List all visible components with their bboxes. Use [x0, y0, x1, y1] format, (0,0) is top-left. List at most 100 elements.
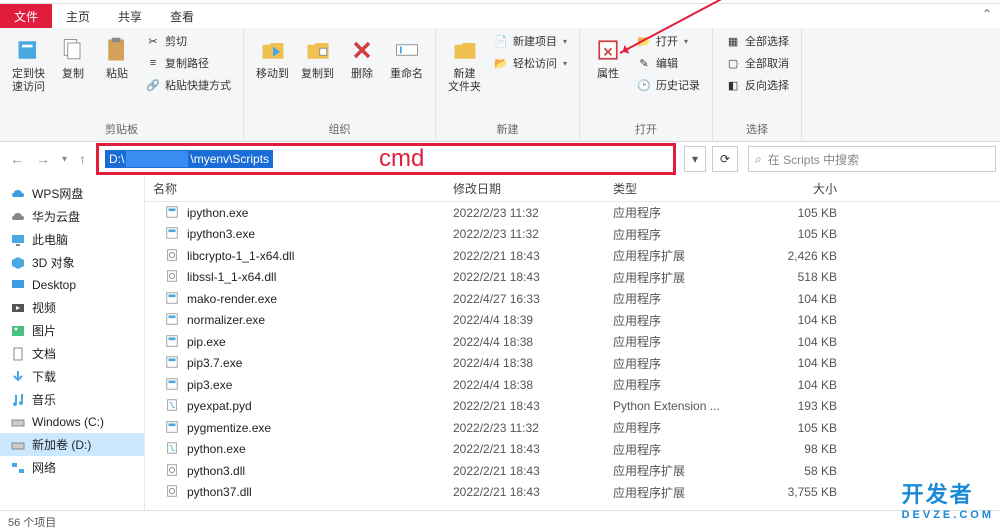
tab-home[interactable]: 主页: [52, 4, 104, 28]
file-size: 98 KB: [745, 442, 845, 456]
tab-view[interactable]: 查看: [156, 4, 208, 28]
table-row[interactable]: python37.dll 2022/2/21 18:43 应用程序扩展 3,75…: [145, 482, 1000, 504]
file-type: 应用程序扩展: [605, 269, 745, 286]
search-input[interactable]: ⌕ 在 Scripts 中搜索: [748, 146, 996, 172]
up-button[interactable]: ↑: [79, 151, 86, 167]
file-size: 104 KB: [745, 378, 845, 392]
forward-button[interactable]: →: [36, 151, 50, 167]
sidebar-item[interactable]: WPS网盘: [0, 182, 144, 205]
easyaccess-button[interactable]: 📂轻松访问▾: [491, 54, 569, 72]
table-row[interactable]: mako-render.exe 2022/4/27 16:33 应用程序 104…: [145, 288, 1000, 310]
table-row[interactable]: libcrypto-1_1-x64.dll 2022/2/21 18:43 应用…: [145, 245, 1000, 267]
file-size: 104 KB: [745, 313, 845, 327]
sidebar-item[interactable]: 网络: [0, 456, 144, 479]
sidebar-item[interactable]: 华为云盘: [0, 205, 144, 228]
col-name[interactable]: 名称: [145, 180, 445, 197]
newitem-button[interactable]: 📄新建项目▾: [491, 32, 569, 50]
delete-button[interactable]: 删除: [340, 30, 384, 85]
invertsel-button[interactable]: ◧反向选择: [723, 76, 791, 94]
newfolder-button[interactable]: 新建 文件夹: [442, 30, 487, 98]
sidebar-item[interactable]: Windows (C:): [0, 411, 144, 433]
properties-button[interactable]: 属性: [586, 30, 630, 85]
table-row[interactable]: python.exe 2022/2/21 18:43 应用程序 98 KB: [145, 439, 1000, 461]
sidebar-item[interactable]: 视频: [0, 296, 144, 319]
table-row[interactable]: normalizer.exe 2022/4/4 18:39 应用程序 104 K…: [145, 310, 1000, 332]
file-date: 2022/2/21 18:43: [445, 249, 605, 263]
file-name: python37.dll: [187, 485, 252, 499]
table-row[interactable]: pyexpat.pyd 2022/2/21 18:43 Python Exten…: [145, 396, 1000, 418]
sidebar-item[interactable]: 新加卷 (D:): [0, 433, 144, 456]
table-row[interactable]: pip3.exe 2022/4/4 18:38 应用程序 104 KB: [145, 374, 1000, 396]
file-type: 应用程序: [605, 355, 745, 372]
address-dropdown[interactable]: ▾: [684, 146, 706, 172]
sidebar-item[interactable]: 图片: [0, 319, 144, 342]
file-type: 应用程序: [605, 312, 745, 329]
document-icon: [10, 346, 26, 362]
copy-button[interactable]: 复制: [51, 30, 95, 85]
rename-button[interactable]: 重命名: [384, 30, 429, 85]
cut-button[interactable]: ✂剪切: [143, 32, 233, 50]
download-icon: [10, 369, 26, 385]
table-row[interactable]: pip.exe 2022/4/4 18:38 应用程序 104 KB: [145, 331, 1000, 353]
sidebar-item[interactable]: Desktop: [0, 274, 144, 296]
moveto-button[interactable]: 移动到: [250, 30, 295, 85]
recent-button[interactable]: ▾: [62, 154, 67, 165]
selectnone-button[interactable]: ▢全部取消: [723, 54, 791, 72]
file-size: 3,755 KB: [745, 485, 845, 499]
col-size[interactable]: 大小: [745, 180, 845, 197]
paste-button[interactable]: 粘贴: [95, 30, 139, 85]
pin-button[interactable]: 定到快 速访问: [6, 30, 51, 98]
table-row[interactable]: ipython.exe 2022/2/23 11:32 应用程序 105 KB: [145, 202, 1000, 224]
group-organize-label: 组织: [250, 119, 429, 139]
table-row[interactable]: pygmentize.exe 2022/2/23 11:32 应用程序 105 …: [145, 417, 1000, 439]
address-bar[interactable]: D:\\myenv\Scripts cmd: [96, 143, 676, 175]
pin-label: 定到快 速访问: [12, 68, 45, 94]
copy-label: 复制: [62, 68, 84, 81]
file-date: 2022/4/4 18:38: [445, 356, 605, 370]
edit-button[interactable]: ✎编辑: [634, 54, 702, 72]
newitem-icon: 📄: [493, 33, 509, 49]
file-type: 应用程序: [605, 204, 745, 221]
delete-icon: [346, 34, 378, 66]
sidebar-item-label: 3D 对象: [32, 254, 75, 271]
ribbon: 定到快 速访问 复制 粘贴 ✂剪切 ≡复制路径 🔗粘贴快捷方式 剪贴板 移动到: [0, 28, 1000, 142]
selectall-button[interactable]: ▦全部选择: [723, 32, 791, 50]
copyto-button[interactable]: 复制到: [295, 30, 340, 85]
easyaccess-icon: 📂: [493, 55, 509, 71]
table-row[interactable]: pip3.7.exe 2022/4/4 18:38 应用程序 104 KB: [145, 353, 1000, 375]
sidebar-item-label: 下载: [32, 368, 56, 385]
col-date[interactable]: 修改日期: [445, 180, 605, 197]
copyto-icon: [302, 34, 334, 66]
history-icon: 🕑: [636, 77, 652, 93]
file-name: ipython.exe: [187, 206, 248, 220]
ribbon-tabs: 文件 主页 共享 查看 ⌃: [0, 4, 1000, 28]
address-path: D:\\myenv\Scripts: [105, 150, 273, 168]
sidebar-item[interactable]: 此电脑: [0, 228, 144, 251]
table-row[interactable]: libssl-1_1-x64.dll 2022/2/21 18:43 应用程序扩…: [145, 267, 1000, 289]
col-type[interactable]: 类型: [605, 180, 745, 197]
ribbon-expand-icon[interactable]: ⌃: [974, 4, 1000, 28]
pasteshortcut-button[interactable]: 🔗粘贴快捷方式: [143, 76, 233, 94]
file-icon: [165, 420, 181, 436]
search-icon: ⌕: [755, 152, 762, 167]
file-type: Python Extension ...: [605, 399, 745, 413]
properties-label: 属性: [597, 68, 619, 81]
sidebar-item[interactable]: 3D 对象: [0, 251, 144, 274]
file-icon: [165, 291, 181, 307]
tab-file[interactable]: 文件: [0, 4, 52, 28]
item-count: 56 个项目: [8, 514, 56, 530]
table-row[interactable]: ipython3.exe 2022/2/23 11:32 应用程序 105 KB: [145, 224, 1000, 246]
sidebar-item-label: 视频: [32, 299, 56, 316]
back-button[interactable]: ←: [10, 151, 24, 167]
copypath-button[interactable]: ≡复制路径: [143, 54, 233, 72]
sidebar-item[interactable]: 文档: [0, 342, 144, 365]
sidebar-item[interactable]: 下载: [0, 365, 144, 388]
history-button[interactable]: 🕑历史记录: [634, 76, 702, 94]
file-name: python3.dll: [187, 464, 245, 478]
sidebar-item[interactable]: 音乐: [0, 388, 144, 411]
refresh-button[interactable]: ⟳: [712, 146, 738, 172]
invertsel-icon: ◧: [725, 77, 741, 93]
paste-label: 粘贴: [106, 68, 128, 81]
table-row[interactable]: python3.dll 2022/2/21 18:43 应用程序扩展 58 KB: [145, 460, 1000, 482]
tab-share[interactable]: 共享: [104, 4, 156, 28]
